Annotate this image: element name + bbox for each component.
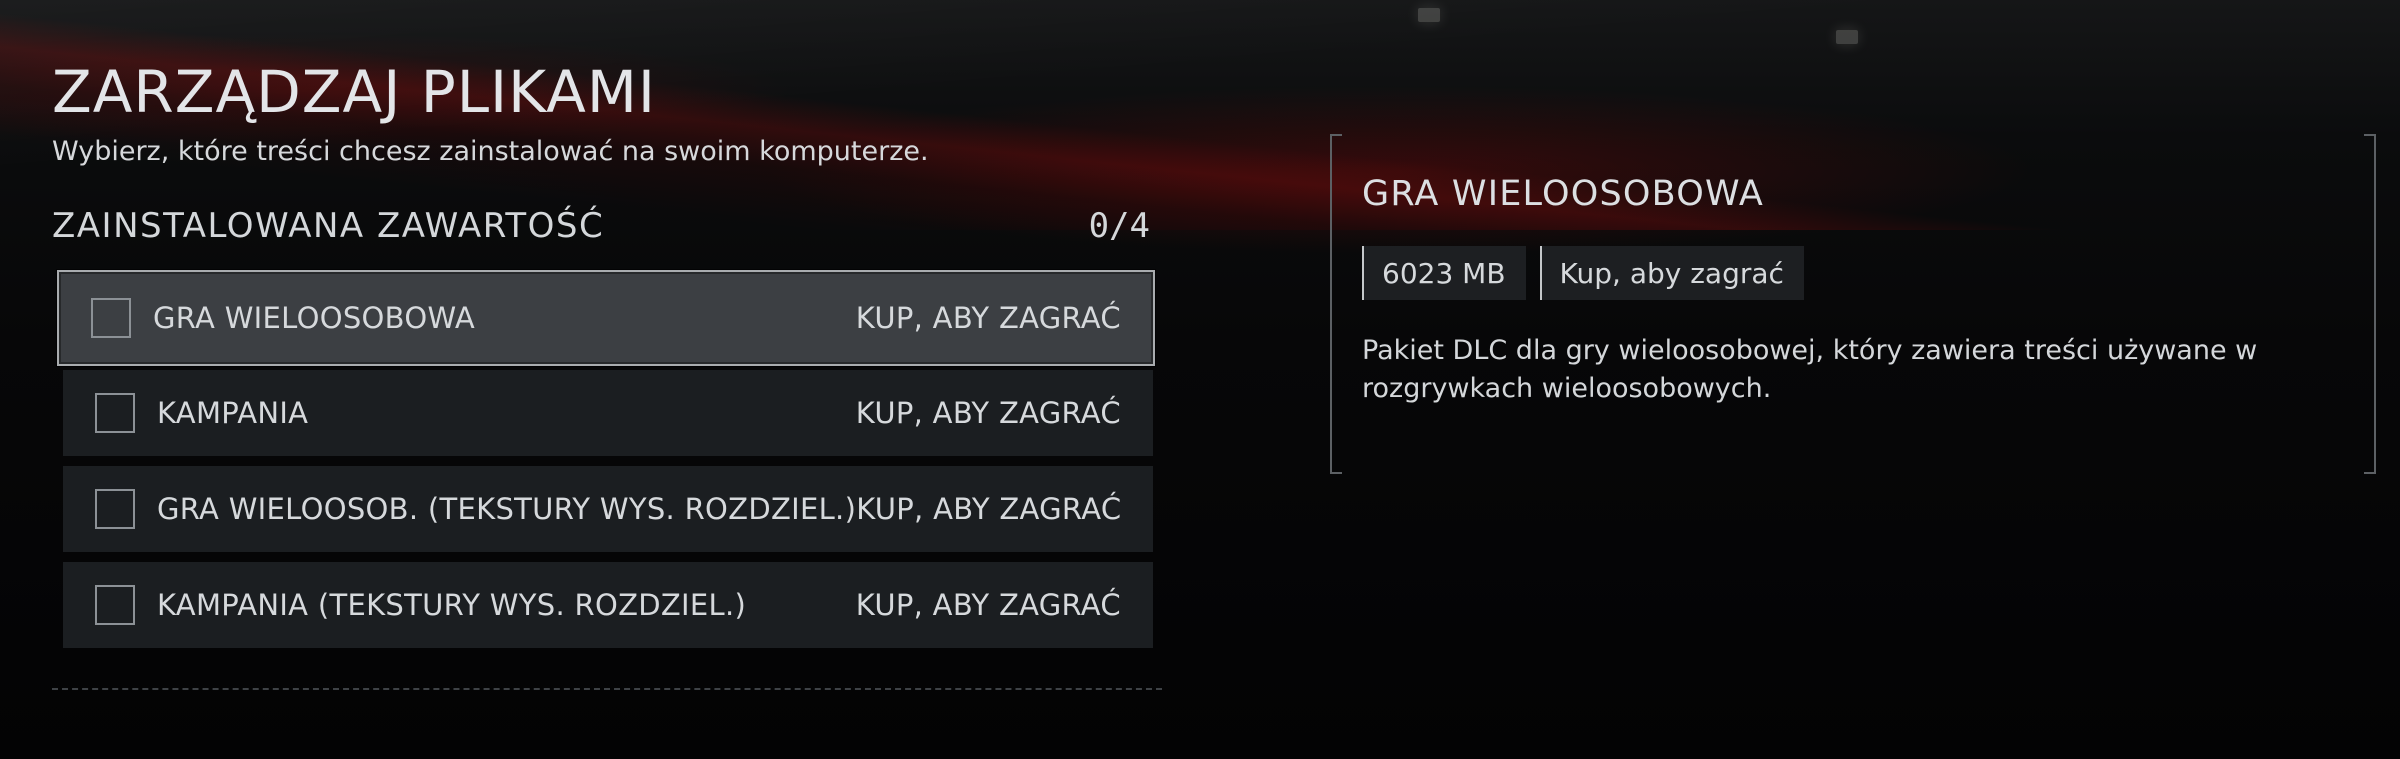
content-list: GRA WIELOOSOBOWA KUP, ABY ZAGRAĆ KAMPANI… — [57, 270, 1158, 658]
detail-description: Pakiet DLC dla gry wieloosobowej, który … — [1362, 335, 2258, 404]
manage-files-screen: ZARZĄDZAJ PLIKAMI Wybierz, które treści … — [0, 0, 2400, 759]
page-subtitle: Wybierz, które treści chcesz zainstalowa… — [52, 136, 929, 167]
panel-bracket-right — [2364, 134, 2376, 474]
content-item-status: KUP, ABY ZAGRAĆ — [855, 301, 1121, 335]
page-title: ZARZĄDZAJ PLIKAMI — [52, 58, 656, 126]
content-item-status: KUP, ABY ZAGRAĆ — [855, 588, 1121, 622]
background-ceiling-light — [1836, 30, 1858, 44]
content-item-label: KAMPANIA — [157, 396, 309, 430]
availability-badge: Kup, aby zagrać — [1539, 246, 1804, 300]
detail-tags: 6023 MB Kup, aby zagrać — [1362, 246, 1804, 300]
installed-content-title: ZAINSTALOWANA ZAWARTOŚĆ — [52, 206, 605, 246]
content-detail-panel: GRA WIELOOSOBOWA 6023 MB Kup, aby zagrać… — [1330, 134, 2376, 474]
content-item-label: GRA WIELOOSOB. (TEKSTURY WYS. ROZDZIEL.) — [157, 492, 857, 526]
installed-content-count: 0/4 — [1088, 206, 1150, 246]
content-item-status: KUP, ABY ZAGRAĆ — [856, 492, 1122, 526]
content-item-campaign[interactable]: KAMPANIA KUP, ABY ZAGRAĆ — [63, 370, 1153, 456]
content-item-label: GRA WIELOOSOBOWA — [153, 301, 476, 335]
checkbox[interactable] — [91, 298, 131, 338]
content-item-campaign-hd-textures[interactable]: KAMPANIA (TEKSTURY WYS. ROZDZIEL.) KUP, … — [63, 562, 1153, 648]
background-ceiling-light — [1418, 8, 1440, 22]
detail-title: GRA WIELOOSOBOWA — [1362, 174, 1765, 214]
content-item-label: KAMPANIA (TEKSTURY WYS. ROZDZIEL.) — [157, 588, 747, 622]
size-badge: 6023 MB — [1362, 246, 1526, 300]
content-item-multiplayer-hd-textures[interactable]: GRA WIELOOSOB. (TEKSTURY WYS. ROZDZIEL.)… — [63, 466, 1153, 552]
checkbox[interactable] — [95, 489, 135, 529]
content-item-multiplayer[interactable]: GRA WIELOOSOBOWA KUP, ABY ZAGRAĆ — [57, 270, 1155, 366]
installed-content-header: ZAINSTALOWANA ZAWARTOŚĆ 0/4 — [52, 206, 1150, 246]
section-divider — [52, 688, 1162, 690]
panel-bracket-left — [1330, 134, 1342, 474]
content-item-status: KUP, ABY ZAGRAĆ — [855, 396, 1121, 430]
checkbox[interactable] — [95, 393, 135, 433]
checkbox[interactable] — [95, 585, 135, 625]
